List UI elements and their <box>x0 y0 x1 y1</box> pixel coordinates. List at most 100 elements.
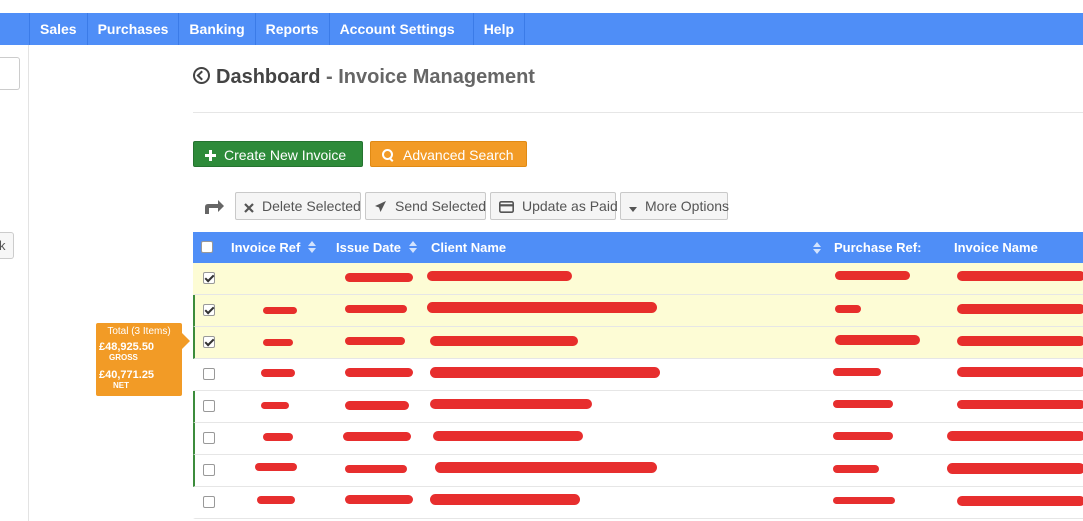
redaction-mark <box>263 307 297 314</box>
left-sidebar: k <box>0 45 29 521</box>
column-issue-date[interactable]: Issue Date <box>336 232 418 263</box>
delete-selected-label: Delete Selected <box>262 198 361 214</box>
table-row[interactable] <box>193 391 1083 423</box>
update-as-paid-button[interactable]: Update as Paid <box>490 192 618 220</box>
paper-plane-icon <box>375 201 386 212</box>
redaction-mark <box>835 335 920 345</box>
redaction-mark <box>957 336 1083 346</box>
total-gross-label: GROSS <box>109 353 138 362</box>
redaction-mark <box>957 271 1083 281</box>
redaction-mark <box>345 273 413 282</box>
plus-icon <box>205 150 216 161</box>
close-icon <box>244 203 254 213</box>
redaction-mark <box>947 463 1083 474</box>
back-circle-icon[interactable] <box>193 67 210 84</box>
delete-selected-button[interactable]: Delete Selected <box>235 192 361 220</box>
redaction-mark <box>957 367 1083 377</box>
share-arrow-icon <box>205 200 224 214</box>
table-body <box>193 263 1083 519</box>
column-invoice-name-label: Invoice Name <box>954 240 1038 255</box>
total-gross-value: £48,925.50 <box>99 341 155 353</box>
redaction-mark <box>430 399 592 409</box>
row-checkbox[interactable] <box>203 336 215 348</box>
table-row[interactable] <box>193 263 1083 295</box>
redaction-mark <box>345 305 407 313</box>
redaction-mark <box>833 497 895 504</box>
column-purchase-ref[interactable]: Purchase Ref: <box>834 232 921 263</box>
column-client-name-label: Client Name <box>431 240 507 255</box>
redaction-mark <box>947 431 1083 441</box>
redaction-mark <box>957 304 1083 314</box>
row-checkbox[interactable] <box>203 432 215 444</box>
redaction-mark <box>345 368 413 377</box>
nav-account-settings[interactable]: Account Settings <box>330 13 474 45</box>
total-title: Total (3 Items) <box>107 326 171 337</box>
nav-sales[interactable]: Sales <box>30 13 88 45</box>
sidebar-search-input[interactable] <box>0 57 20 90</box>
nav-help[interactable]: Help <box>474 13 526 45</box>
table-row[interactable] <box>193 327 1083 359</box>
column-invoice-ref[interactable]: Invoice Ref <box>231 232 317 263</box>
send-selected-button[interactable]: Send Selected <box>365 192 486 220</box>
column-invoice-name[interactable]: Invoice Name <box>954 232 1038 263</box>
redaction-mark <box>430 367 660 378</box>
row-checkbox[interactable] <box>203 496 215 508</box>
sidebar-button[interactable]: k <box>0 232 14 259</box>
redaction-mark <box>957 400 1083 409</box>
redaction-mark <box>345 495 413 504</box>
table-row[interactable] <box>193 487 1083 519</box>
total-summary-tooltip: Total (3 Items) £48,925.50 GROSS £40,771… <box>96 323 190 396</box>
row-checkbox[interactable] <box>203 368 215 380</box>
row-checkbox[interactable] <box>203 400 215 412</box>
column-purchase-ref-label: Purchase Ref: <box>834 240 922 255</box>
update-as-paid-label: Update as Paid <box>522 198 618 214</box>
credit-card-icon <box>499 201 514 213</box>
redaction-mark <box>430 336 578 346</box>
redaction-mark <box>345 337 405 345</box>
redaction-mark <box>427 302 657 313</box>
nav-brand-stub[interactable] <box>0 13 30 45</box>
total-net-value: £40,771.25 <box>99 369 155 381</box>
title-divider <box>193 112 1083 113</box>
select-all-checkbox[interactable] <box>201 241 213 253</box>
nav-purchases[interactable]: Purchases <box>88 13 180 45</box>
redaction-mark <box>263 433 293 441</box>
redaction-mark <box>343 432 411 441</box>
page-title: Dashboard - Invoice Management <box>193 66 535 89</box>
column-client-name[interactable]: Client Name <box>431 232 821 263</box>
table-row[interactable] <box>193 295 1083 327</box>
nav-banking[interactable]: Banking <box>179 13 256 45</box>
row-checkbox[interactable] <box>203 272 215 284</box>
redaction-mark <box>833 368 881 376</box>
row-checkbox[interactable] <box>203 464 215 476</box>
table-row[interactable] <box>193 455 1083 487</box>
redaction-mark <box>833 465 879 473</box>
invoice-table: Invoice Ref Issue Date Client Name Purch… <box>193 232 1083 521</box>
send-selected-label: Send Selected <box>395 198 487 214</box>
row-checkbox[interactable] <box>203 304 215 316</box>
sort-icon <box>409 241 418 253</box>
page-title-separator: - <box>320 66 339 88</box>
redaction-mark <box>835 271 910 280</box>
table-row[interactable] <box>193 359 1083 391</box>
redaction-mark <box>957 496 1083 506</box>
more-options-button[interactable]: More Options <box>620 192 730 220</box>
sort-icon <box>813 242 821 254</box>
redaction-mark <box>261 402 289 409</box>
redaction-mark <box>255 463 297 471</box>
redaction-mark <box>427 271 572 281</box>
redaction-mark <box>835 305 861 313</box>
nav-reports[interactable]: Reports <box>256 13 330 45</box>
advanced-search-button[interactable]: Advanced Search <box>370 141 527 167</box>
create-invoice-button[interactable]: Create New Invoice <box>193 141 363 167</box>
table-row[interactable] <box>193 423 1083 455</box>
redaction-mark <box>257 496 295 504</box>
page-title-main: Dashboard <box>216 66 321 88</box>
column-invoice-ref-label: Invoice Ref <box>231 240 301 255</box>
redaction-mark <box>261 369 295 377</box>
more-options-label: More Options <box>645 198 730 214</box>
sort-icon <box>308 241 317 253</box>
main-nav: Sales Purchases Banking Reports Account … <box>0 13 1083 45</box>
page-subtitle: Invoice Management <box>338 66 535 88</box>
caret-down-icon <box>629 207 637 212</box>
